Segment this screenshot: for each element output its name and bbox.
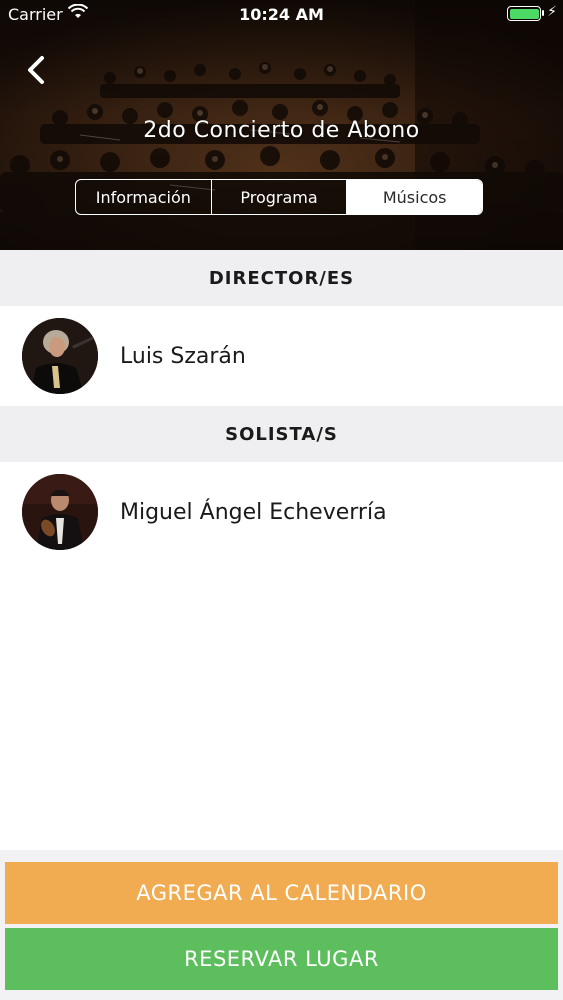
director-name: Luis Szarán [120, 343, 246, 369]
battery-icon [507, 6, 541, 21]
add-to-calendar-button[interactable]: AGREGAR AL CALENDARIO [5, 862, 558, 924]
director-avatar [22, 318, 98, 394]
status-time: 10:24 AM [239, 5, 324, 24]
directors-section-header: DIRECTOR/ES [0, 250, 563, 306]
soloist-row[interactable]: Miguel Ángel Echeverría [0, 462, 563, 562]
section-tabs: Información Programa Músicos [75, 179, 483, 215]
back-button[interactable] [22, 50, 52, 90]
tab-musicos[interactable]: Músicos [347, 180, 482, 214]
reserve-seat-button[interactable]: RESERVAR LUGAR [5, 928, 558, 990]
soloist-avatar [22, 474, 98, 550]
tab-informacion[interactable]: Información [76, 180, 212, 214]
soloist-name: Miguel Ángel Echeverría [120, 499, 387, 525]
soloists-section-header: SOLISTA/S [0, 406, 563, 462]
director-row[interactable]: Luis Szarán [0, 306, 563, 406]
tab-programa[interactable]: Programa [212, 180, 348, 214]
status-bar: Carrier 10:24 AM ⚡ [0, 0, 563, 30]
charging-bolt-icon: ⚡ [547, 4, 557, 20]
concert-title: 2do Concierto de Abono [143, 118, 420, 143]
battery-tip [542, 10, 544, 16]
back-chevron-icon [28, 56, 44, 84]
